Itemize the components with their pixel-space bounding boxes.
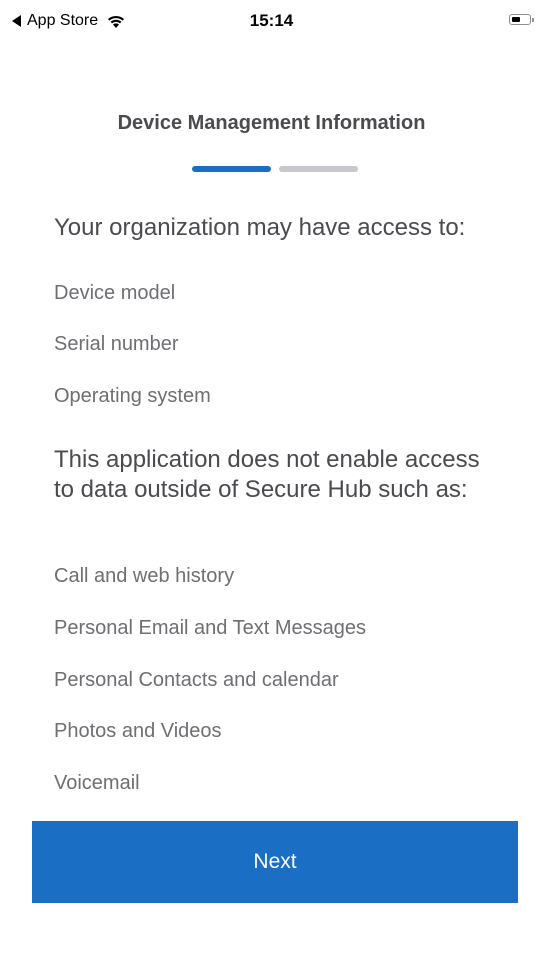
battery-icon — [509, 14, 534, 25]
status-time: 15:14 — [249, 11, 294, 30]
no-access-item-email-messages: Personal Email and Text Messages — [54, 617, 367, 639]
page-title: Device Management Information — [117, 112, 426, 134]
status-bar: App Store 15:14 — [0, 0, 543, 44]
step-progress — [192, 166, 358, 172]
no-access-item-call-history: Call and web history — [54, 565, 235, 587]
no-access-item-photos-videos: Photos and Videos — [54, 720, 222, 742]
no-access-heading: This application does not enable access … — [54, 446, 480, 503]
access-heading: Your organization may have access to: — [54, 214, 466, 241]
no-access-item-contacts-calendar: Personal Contacts and calendar — [54, 669, 339, 691]
access-item-operating-system: Operating system — [54, 385, 211, 407]
access-item-serial-number: Serial number — [54, 333, 179, 355]
progress-step-1 — [192, 166, 271, 172]
access-item-device-model: Device model — [54, 282, 176, 304]
progress-step-2 — [279, 166, 358, 172]
no-access-item-voicemail: Voicemail — [54, 772, 140, 794]
next-button[interactable]: Next — [32, 821, 518, 903]
